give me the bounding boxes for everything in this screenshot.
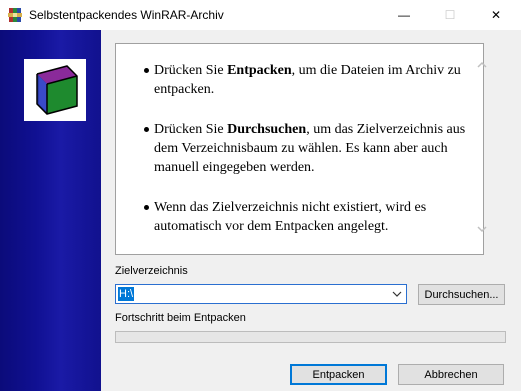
progress-label: Fortschritt beim Entpacken [115,312,246,324]
instruction-text: Drücken Sie [154,122,228,137]
instruction-item: Wenn das Zielverzeichnis nicht existiert… [144,198,484,236]
close-button[interactable]: ✕ [473,0,519,30]
destination-label: Zielverzeichnis [115,265,188,277]
title-bar: Selbstentpackendes WinRAR-Archiv — ☐ ✕ [0,0,521,30]
maximize-icon: ☐ [444,8,456,22]
instruction-emphasis: Durchsuchen [227,122,307,137]
extraction-progress-bar [115,331,506,343]
winrar-archive-icon [8,8,22,22]
chevron-down-icon[interactable] [391,287,403,301]
extract-button[interactable]: Entpacken [290,364,387,385]
instruction-text: Wenn das Zielverzeichnis nicht existiert… [154,200,427,234]
winrar-box-icon [36,65,78,115]
close-icon: ✕ [490,8,502,22]
bullet-icon [144,205,149,210]
bullet-icon [144,127,149,132]
side-banner [0,30,101,391]
window-title: Selbstentpackendes WinRAR-Archiv [29,8,224,22]
minimize-icon: — [398,8,410,22]
instructions-box[interactable]: Drücken Sie Entpacken, um die Dateien im… [115,43,484,255]
maximize-button[interactable]: ☐ [427,0,473,30]
destination-combobox[interactable]: H:\ [115,284,407,304]
destination-value[interactable]: H:\ [118,287,135,301]
sfx-dialog-window: Selbstentpackendes WinRAR-Archiv — ☐ ✕ D… [0,0,521,391]
instruction-item: Drücken Sie Durchsuchen, um das Zielverz… [144,120,484,177]
bullet-icon [144,68,149,73]
instruction-emphasis: Entpacken [227,63,292,78]
minimize-button[interactable]: — [381,0,427,30]
scroll-up-icon[interactable] [475,58,489,72]
banner-logo-frame [24,59,86,121]
scroll-down-icon[interactable] [475,222,489,236]
instructions-text: Drücken Sie Entpacken, um die Dateien im… [116,44,482,254]
instruction-item: Drücken Sie Entpacken, um die Dateien im… [144,61,484,99]
instruction-text: Drücken Sie [154,63,228,78]
browse-button[interactable]: Durchsuchen... [418,284,505,305]
cancel-button[interactable]: Abbrechen [398,364,504,385]
